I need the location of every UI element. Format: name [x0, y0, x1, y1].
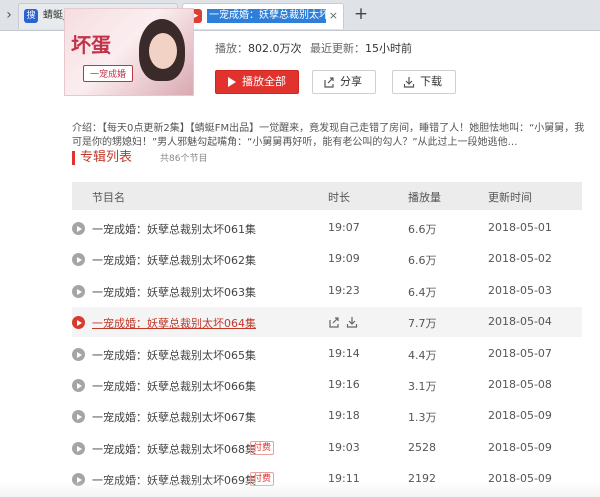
section-accent-bar [72, 151, 75, 165]
table-row-hovered[interactable]: 一宠成婚：妖孽总裁别太坏064集 7.7万 2018-05-04 [72, 307, 582, 337]
share-button[interactable]: 分享 [312, 70, 376, 94]
track-plays: 4.4万 [408, 349, 437, 362]
track-name[interactable]: 一宠成婚：妖孽总裁别太坏067集 [92, 409, 256, 425]
track-duration: 19:07 [328, 221, 360, 234]
tab-album-page[interactable]: ▶ 一宠成婚：妖孽总裁别太坏_ × [182, 3, 344, 29]
table-header: 节目名 时长 播放量 更新时间 [72, 182, 582, 210]
download-label: 下载 [420, 75, 442, 88]
track-duration: 19:23 [328, 284, 360, 297]
track-name[interactable]: 一宠成婚：妖孽总裁别太坏061集 [92, 221, 256, 237]
track-duration: 19:18 [328, 409, 360, 422]
play-all-button[interactable]: 播放全部 [215, 70, 299, 94]
section-count: 共86个节目 [160, 154, 208, 164]
new-tab-button[interactable]: + [352, 4, 370, 24]
track-plays: 6.6万 [408, 254, 437, 267]
last-updated: 最近更新：15小时前 [310, 40, 412, 56]
cover-title: 坏蛋 [71, 33, 111, 57]
tab-label: 一宠成婚：妖孽总裁别太坏_ [207, 9, 326, 23]
tab-close-icon[interactable]: × [329, 9, 338, 23]
track-updated: 2018-05-09 [488, 409, 552, 422]
col-duration-header: 时长 [328, 191, 350, 204]
track-name[interactable]: 一宠成婚：妖孽总裁别太坏065集 [92, 347, 256, 363]
play-circle-icon[interactable] [72, 442, 85, 455]
table-row[interactable]: 一宠成婚：妖孽总裁别太坏062集 19:09 6.6万 2018-05-02 [72, 244, 582, 274]
table-row[interactable]: 一宠成婚：妖孽总裁别太坏067集 19:18 1.3万 2018-05-09 [72, 401, 582, 431]
play-circle-icon[interactable] [72, 285, 85, 298]
table-row[interactable]: 一宠成婚：妖孽总裁别太坏061集 19:07 6.6万 2018-05-01 [72, 213, 582, 243]
download-button[interactable]: 下载 [392, 70, 456, 94]
track-name[interactable]: 一宠成婚：妖孽总裁别太坏068集 [92, 441, 256, 457]
play-icon [228, 77, 236, 87]
track-plays: 2528 [408, 441, 436, 454]
play-count: 播放：802.0万次 [215, 40, 302, 56]
track-duration: 19:03 [328, 441, 360, 454]
track-plays: 3.1万 [408, 380, 437, 393]
album-cover-image: 坏蛋 一宠成婚 [64, 8, 194, 96]
last-updated-value: 15小时前 [365, 42, 412, 55]
table-row[interactable]: 一宠成婚：妖孽总裁别太坏068集 付费 19:03 2528 2018-05-0… [72, 433, 582, 463]
cover-band: 一宠成婚 [83, 65, 134, 82]
track-name[interactable]: 一宠成婚：妖孽总裁别太坏064集 [92, 315, 256, 331]
track-name[interactable]: 一宠成婚：妖孽总裁别太坏063集 [92, 284, 256, 300]
play-circle-icon[interactable] [72, 253, 85, 266]
track-plays: 7.7万 [408, 317, 437, 330]
track-plays: 6.4万 [408, 286, 437, 299]
track-updated: 2018-05-08 [488, 378, 552, 391]
paid-badge: 付费 [250, 441, 275, 455]
track-updated: 2018-05-09 [488, 441, 552, 454]
track-plays: 1.3万 [408, 411, 437, 424]
track-updated: 2018-05-02 [488, 252, 552, 265]
download-icon [403, 77, 415, 88]
play-all-label: 播放全部 [242, 75, 286, 88]
track-duration: 19:16 [328, 378, 360, 391]
track-name[interactable]: 一宠成婚：妖孽总裁别太坏062集 [92, 252, 256, 268]
tab-scroll-chevron-icon[interactable]: › [2, 6, 16, 24]
play-circle-icon[interactable] [72, 410, 85, 423]
track-updated: 2018-05-03 [488, 284, 552, 297]
share-icon [324, 77, 334, 88]
track-duration: 19:14 [328, 347, 360, 360]
last-updated-label: 最近更新： [310, 42, 365, 55]
track-updated: 2018-05-04 [488, 315, 552, 328]
track-name[interactable]: 一宠成婚：妖孽总裁别太坏066集 [92, 378, 256, 394]
play-count-value: 802.0万次 [248, 42, 302, 55]
table-row[interactable]: 一宠成婚：妖孽总裁别太坏066集 19:16 3.1万 2018-05-08 [72, 370, 582, 400]
col-updated-header: 更新时间 [488, 191, 532, 204]
table-row[interactable]: 一宠成婚：妖孽总裁别太坏063集 19:23 6.4万 2018-05-03 [72, 276, 582, 306]
track-updated: 2018-05-07 [488, 347, 552, 360]
play-circle-icon[interactable] [72, 379, 85, 392]
col-plays-header: 播放量 [408, 191, 441, 204]
col-name-header: 节目名 [92, 191, 125, 204]
track-plays: 6.6万 [408, 223, 437, 236]
favicon-glyph: 搜 [26, 11, 36, 21]
play-circle-icon[interactable] [72, 222, 85, 235]
play-circle-icon[interactable] [72, 316, 85, 329]
cover-portrait [139, 19, 185, 81]
play-circle-icon[interactable] [72, 348, 85, 361]
section-title: 专辑列表 [80, 150, 133, 165]
share-icon[interactable] [328, 316, 340, 328]
track-duration: 19:09 [328, 252, 360, 265]
page-bottom-fade [0, 482, 600, 497]
track-updated: 2018-05-01 [488, 221, 552, 234]
table-row[interactable]: 一宠成婚：妖孽总裁别太坏065集 19:14 4.4万 2018-05-07 [72, 339, 582, 369]
download-icon[interactable] [346, 316, 358, 328]
play-count-label: 播放： [215, 42, 248, 55]
share-label: 分享 [340, 75, 362, 88]
baidu-favicon-icon: 搜 [24, 9, 38, 23]
album-intro: 介绍：【每天0点更新2集】【蜻蜓FM出品】一觉醒来，竟发现自己走错了房间，睡错了… [72, 123, 585, 148]
